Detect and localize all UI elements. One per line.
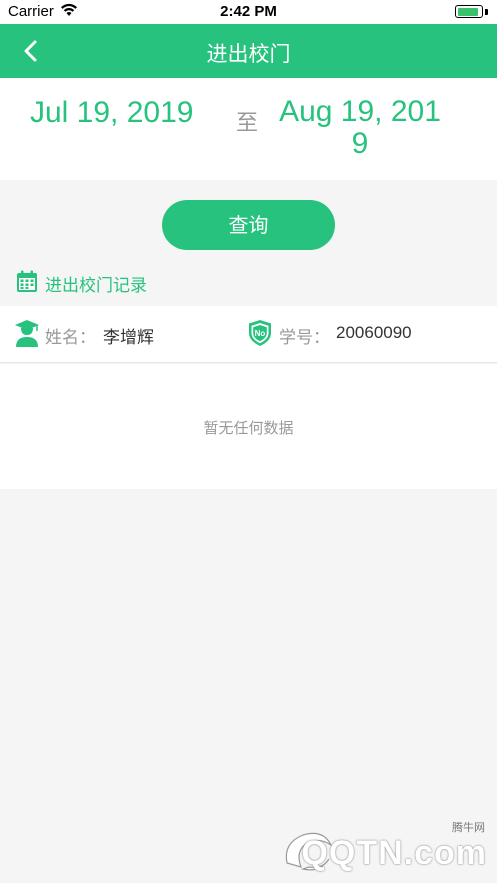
battery-level <box>457 7 479 16</box>
no-badge-icon: No <box>249 320 271 346</box>
svg-text:No: No <box>255 329 266 338</box>
nav-bar: 进出校门 <box>0 24 497 78</box>
start-date-picker[interactable]: Jul 19, 2019 <box>30 96 193 130</box>
status-bar: Carrier 2:42 PM <box>0 0 497 24</box>
student-id-label: 学号： <box>279 328 330 348</box>
battery-tip <box>485 9 488 15</box>
student-info-row: 姓名： 李增辉 No 学号： 20060090 <box>0 306 497 363</box>
status-time: 2:42 PM <box>220 3 277 20</box>
student-name: 李增辉 <box>103 328 154 348</box>
query-button[interactable]: 查询 <box>162 200 335 250</box>
section-title: 进出校门记录 <box>45 276 147 296</box>
watermark-brand: QQTN.com <box>301 834 487 872</box>
watermark: 腾牛网 QQTN.com <box>279 817 489 877</box>
watermark-site-label: 腾牛网 <box>452 821 485 834</box>
date-range-panel: Jul 19, 2019 至 Aug 19, 2019 <box>0 78 497 180</box>
page-title: 进出校门 <box>206 42 291 66</box>
student-icon <box>15 320 39 347</box>
calendar-icon <box>17 270 37 292</box>
date-separator: 至 <box>236 111 259 136</box>
empty-state-message: 暂无任何数据 <box>203 419 294 437</box>
battery-icon <box>455 5 483 18</box>
records-list: 暂无任何数据 <box>0 364 497 489</box>
name-label: 姓名： <box>45 328 96 348</box>
end-date-picker[interactable]: Aug 19, 2019 <box>272 96 448 160</box>
student-id: 20060090 <box>336 323 412 342</box>
